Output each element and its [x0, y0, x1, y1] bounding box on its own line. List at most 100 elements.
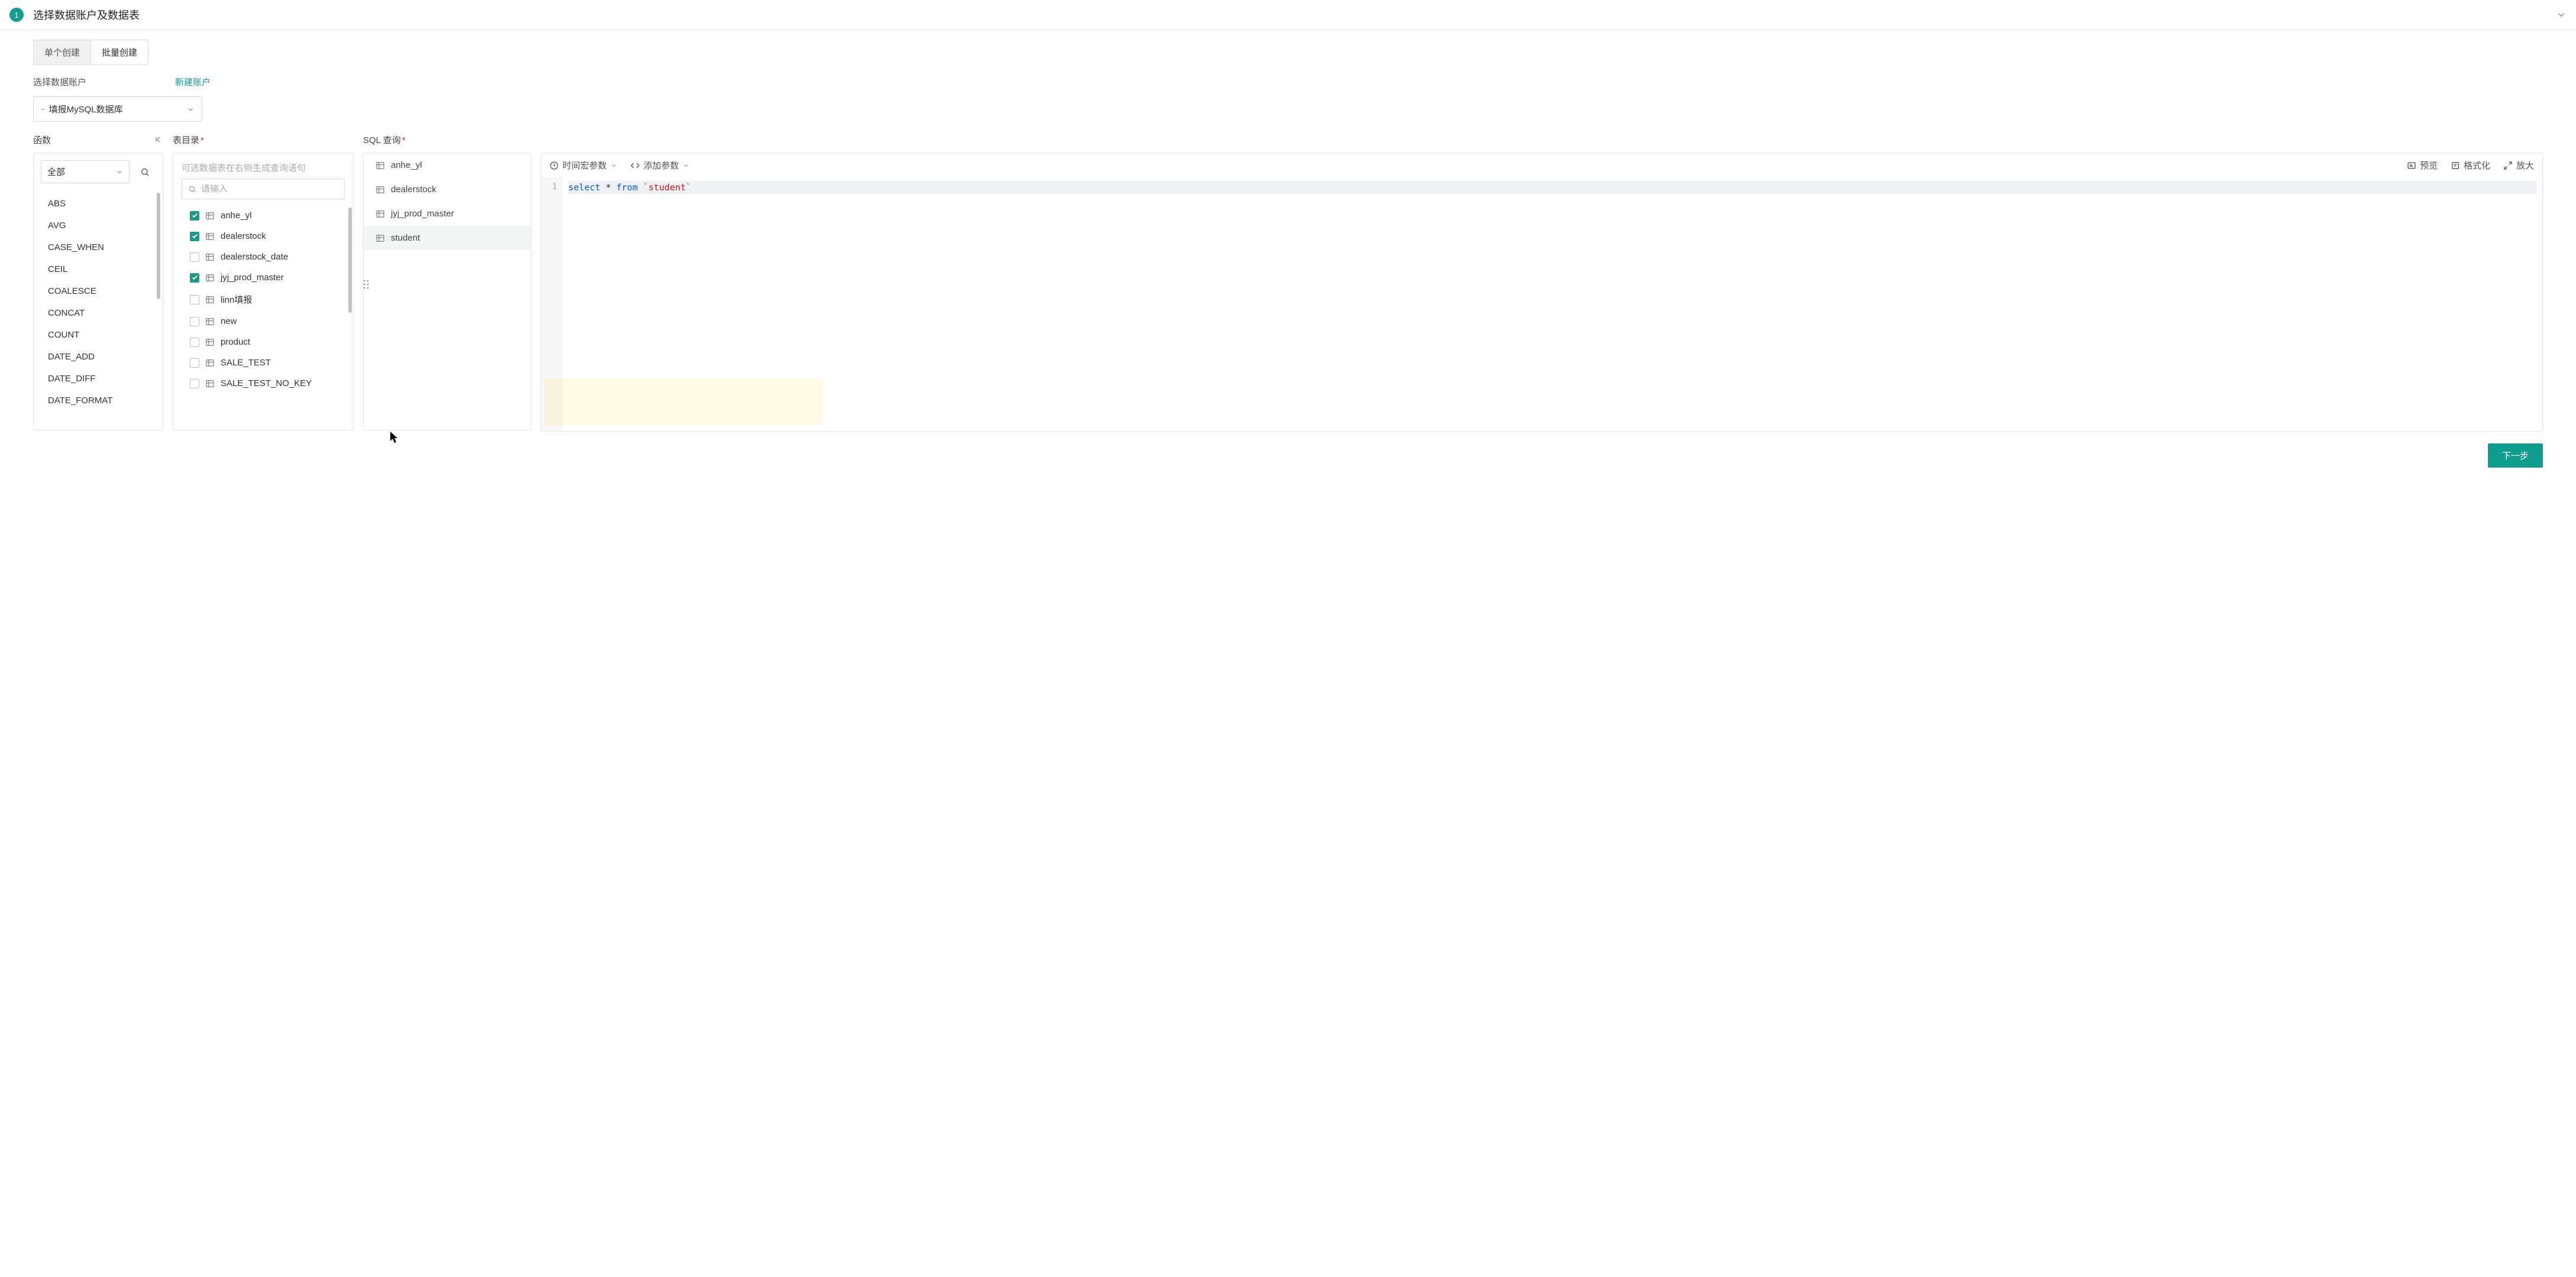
- page-title: 选择数据账户及数据表: [33, 7, 140, 22]
- tables-list[interactable]: anhe_yl dealerstock dealerstock_date jyj_pr…: [173, 205, 353, 430]
- next-button[interactable]: 下一步: [2488, 443, 2543, 468]
- table-name: jyj_prod_master: [221, 273, 284, 283]
- scrollbar-thumb[interactable]: [157, 193, 160, 299]
- selected-tables-list: anhe_yl dealerstock jyj_prod_masterstudent: [363, 153, 531, 430]
- function-filter-value: 全部: [47, 166, 65, 178]
- selected-table-item[interactable]: anhe_yl: [364, 153, 530, 177]
- table-checkbox[interactable]: [190, 317, 199, 326]
- table-icon: [205, 252, 215, 262]
- drag-handle-icon[interactable]: [361, 277, 371, 291]
- table-checkbox[interactable]: [190, 379, 199, 388]
- selected-table-name: anhe_yl: [391, 160, 422, 170]
- chevron-down-icon: [186, 105, 195, 114]
- time-macro-dropdown[interactable]: 时间宏参数: [549, 159, 617, 171]
- table-icon: [205, 338, 215, 347]
- selected-table-name: jyj_prod_master: [391, 209, 454, 219]
- table-item[interactable]: dealerstock_date: [182, 247, 345, 267]
- table-item[interactable]: product: [182, 332, 345, 352]
- preview-icon: [2407, 161, 2416, 170]
- table-checkbox[interactable]: [190, 295, 199, 304]
- table-item[interactable]: dealerstock: [182, 226, 345, 247]
- table-item[interactable]: linn填报: [182, 288, 345, 311]
- preview-label: 预览: [2420, 159, 2438, 171]
- chevron-down-icon: [610, 162, 617, 169]
- table-icon: [205, 358, 215, 368]
- step-badge: 1: [9, 8, 24, 22]
- table-name: new: [221, 316, 237, 326]
- function-filter-select[interactable]: 全部: [41, 160, 130, 183]
- create-mode-tabs: 单个创建 批量创建: [33, 40, 148, 65]
- scrollbar-thumb[interactable]: [348, 208, 352, 313]
- table-icon: [205, 317, 215, 326]
- account-select[interactable]: ~ 填报MySQL数据库: [33, 96, 202, 122]
- preview-button[interactable]: 预览: [2407, 159, 2438, 171]
- expand-label: 放大: [2516, 159, 2534, 171]
- account-label: 选择数据账户: [33, 76, 86, 88]
- table-item[interactable]: SALE_TEST: [182, 352, 345, 373]
- function-item[interactable]: CONCAT: [34, 302, 163, 324]
- table-name: anhe_yl: [221, 210, 252, 221]
- tables-hint: 可选数据表在右侧生成查询语句: [173, 153, 353, 179]
- table-checkbox[interactable]: [190, 232, 199, 241]
- time-macro-label: 时间宏参数: [562, 159, 607, 171]
- function-search-button[interactable]: [134, 161, 156, 183]
- table-item[interactable]: anhe_yl: [182, 205, 345, 226]
- table-name: SALE_TEST: [221, 358, 271, 368]
- function-item[interactable]: CASE_WHEN: [34, 236, 163, 258]
- function-item[interactable]: ABS: [34, 193, 163, 215]
- sql-editor[interactable]: 1 select * from `student`: [541, 177, 2543, 432]
- format-label: 格式化: [2464, 159, 2490, 171]
- collapse-panel-icon[interactable]: [154, 135, 163, 144]
- table-checkbox[interactable]: [190, 273, 199, 283]
- table-icon: [376, 185, 385, 195]
- table-name: SALE_TEST_NO_KEY: [221, 378, 312, 388]
- table-icon: [376, 234, 385, 243]
- add-param-dropdown[interactable]: 添加参数: [630, 159, 690, 171]
- format-button[interactable]: 格式化: [2451, 159, 2490, 171]
- table-icon: [376, 209, 385, 219]
- function-item[interactable]: DATE_ADD: [34, 346, 163, 368]
- selected-table-name: student: [391, 233, 420, 243]
- table-item[interactable]: jyj_prod_master: [182, 267, 345, 288]
- sql-query-title: SQL 查询: [363, 134, 405, 146]
- table-icon: [205, 379, 215, 388]
- table-item[interactable]: new: [182, 311, 345, 332]
- table-checkbox[interactable]: [190, 252, 199, 262]
- selected-table-item[interactable]: student: [364, 226, 530, 250]
- expand-button[interactable]: 放大: [2503, 159, 2534, 171]
- selected-table-item[interactable]: jyj_prod_master: [364, 202, 530, 226]
- function-list[interactable]: ABSAVGCASE_WHENCEILCOALESCECONCATCOUNTDA…: [34, 190, 163, 430]
- tables-search[interactable]: [182, 179, 345, 199]
- function-item[interactable]: CEIL: [34, 258, 163, 280]
- clock-icon: [549, 161, 559, 170]
- table-icon: [205, 211, 215, 221]
- tab-batch-create[interactable]: 批量创建: [90, 40, 148, 64]
- function-item[interactable]: DATE_DIFF: [34, 368, 163, 390]
- step-header: 1 选择数据账户及数据表: [0, 0, 2576, 30]
- new-account-link[interactable]: 新建账户: [175, 76, 211, 88]
- table-name: dealerstock: [221, 231, 266, 241]
- chevron-down-icon: [682, 162, 690, 169]
- selected-table-item[interactable]: dealerstock: [364, 177, 530, 202]
- function-item[interactable]: DATE_FORMAT: [34, 390, 163, 411]
- tables-dir-title: 表目录: [173, 134, 204, 146]
- table-icon: [205, 273, 215, 283]
- table-icon: [376, 161, 385, 170]
- collapse-icon[interactable]: [2556, 9, 2567, 20]
- account-select-value: 填报MySQL数据库: [49, 103, 123, 115]
- code-icon: [630, 161, 640, 170]
- table-item[interactable]: SALE_TEST_NO_KEY: [182, 373, 345, 394]
- function-item[interactable]: AVG: [34, 215, 163, 236]
- tab-single-create[interactable]: 单个创建: [34, 40, 90, 64]
- function-item[interactable]: COUNT: [34, 324, 163, 346]
- editor-code[interactable]: select * from `student`: [562, 177, 2542, 431]
- table-name: linn填报: [221, 293, 252, 306]
- chevron-down-icon: [116, 168, 123, 176]
- function-item[interactable]: COALESCE: [34, 280, 163, 302]
- tables-search-input[interactable]: [201, 184, 338, 194]
- table-checkbox[interactable]: [190, 358, 199, 368]
- table-checkbox[interactable]: [190, 211, 199, 221]
- table-icon: [205, 232, 215, 241]
- sql-toolbar: 时间宏参数 添加参数 预览 格式化: [541, 153, 2543, 177]
- table-checkbox[interactable]: [190, 338, 199, 347]
